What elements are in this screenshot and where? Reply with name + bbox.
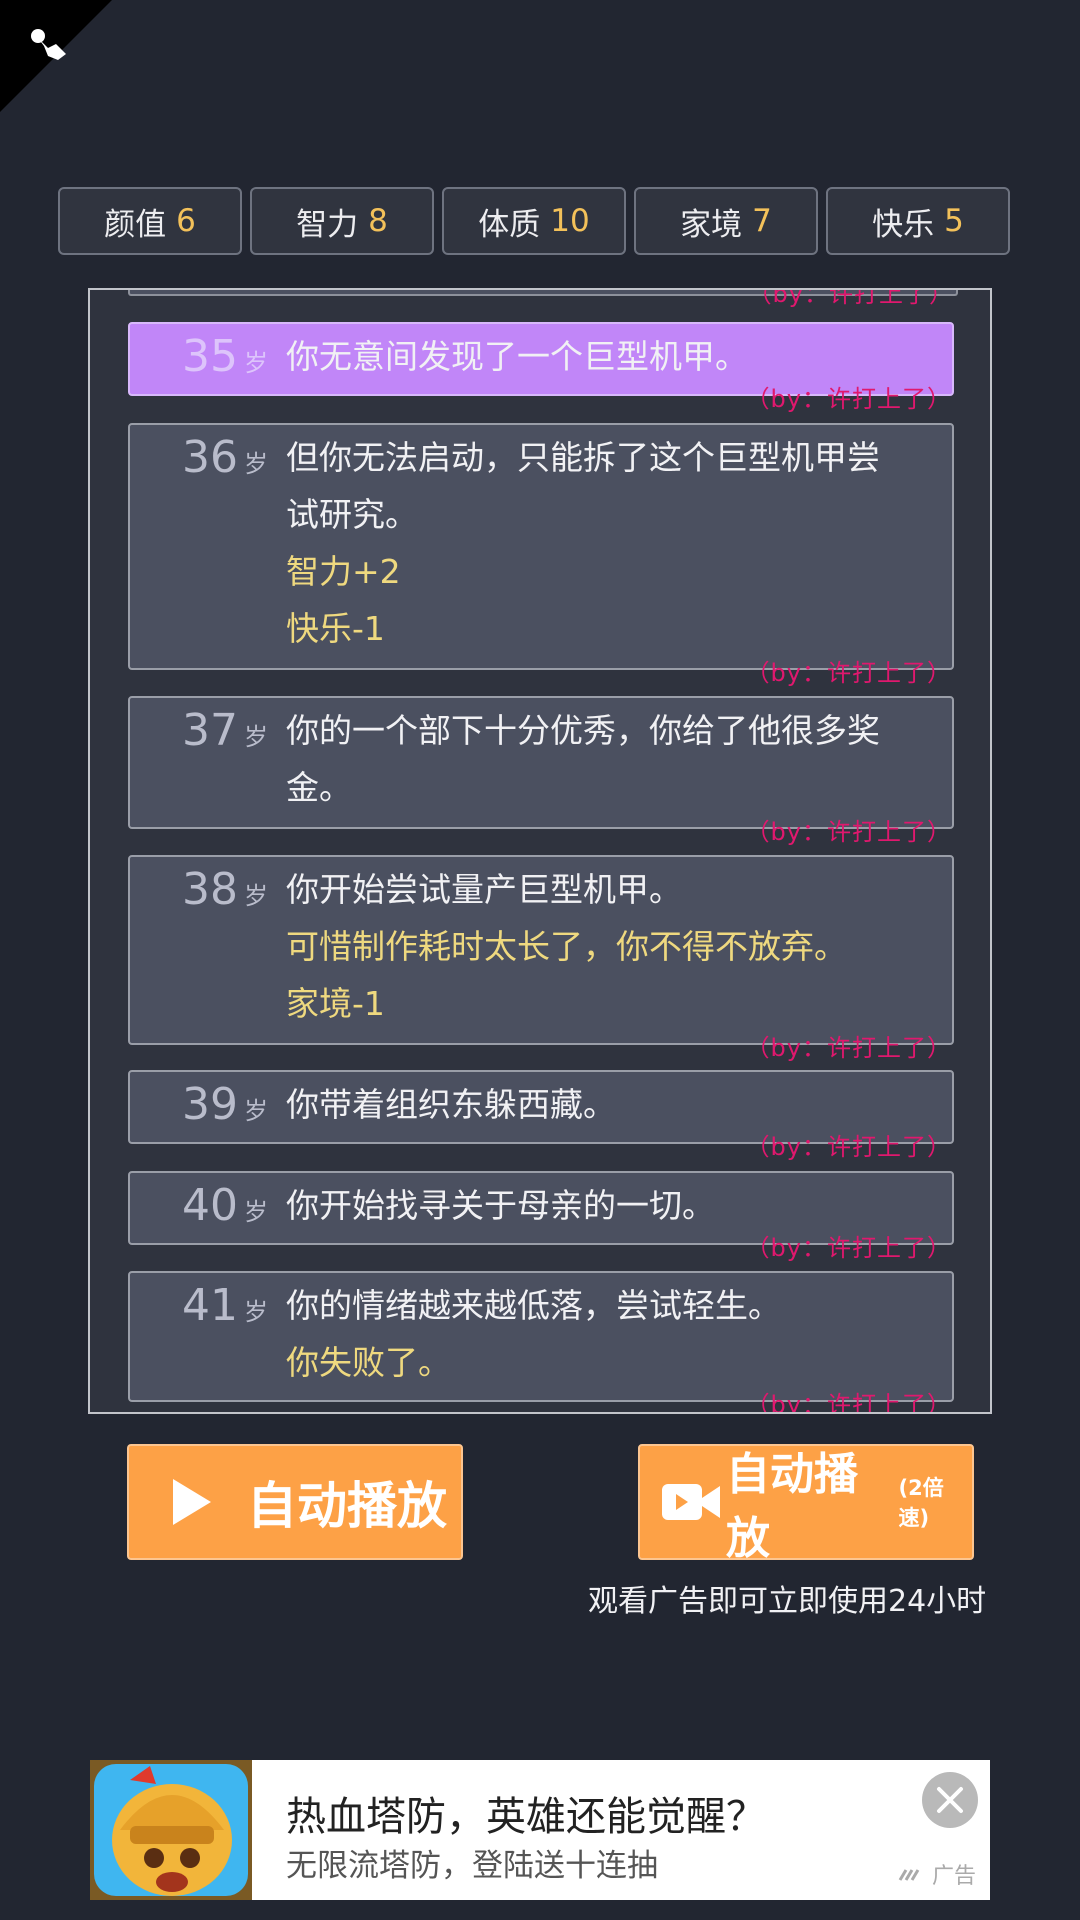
- log-entry-37: 37 岁 你的一个部下十分优秀，你给了他很多奖 金。 （by：许打上了）: [128, 696, 954, 846]
- ad-note: 观看广告即可立即使用24小时: [588, 1584, 987, 1619]
- credit-text: （by：许打上了）: [745, 1133, 952, 1161]
- stat-appearance: 颜值 6: [58, 187, 242, 255]
- stat-happiness: 快乐 5: [826, 187, 1010, 255]
- entry-age: 41 岁: [182, 1280, 268, 1331]
- entry-text: 但你无法启动，只能拆了这个巨型机甲尝 试研究。 智力+2 快乐-1: [286, 438, 880, 648]
- stat-label: 颜值: [104, 206, 167, 243]
- ad-label: 广告: [898, 1858, 976, 1890]
- stat-value: 10: [550, 203, 590, 239]
- log-entry-36: 36 岁 但你无法启动，只能拆了这个巨型机甲尝 试研究。 智力+2 快乐-1 （b…: [128, 423, 954, 687]
- ad-banner[interactable]: 热血塔防，英雄还能觉醒？ 无限流塔防，登陆送十连抽 广告: [90, 1760, 990, 1900]
- autoplay-fast-label: 自动播放: [726, 1449, 858, 1564]
- entry-age: 39 岁: [182, 1079, 268, 1130]
- stat-intelligence: 智力 8: [250, 187, 434, 255]
- entry-age: 38 岁: [182, 864, 268, 915]
- entry-age: 40 岁: [182, 1180, 268, 1231]
- ad-subtitle: 无限流塔防，登陆送十连抽: [286, 1848, 658, 1884]
- autoplay-label: 自动播放: [247, 1477, 447, 1535]
- log-entry-39: 39 岁 你带着组织东躲西藏。 （by：许打上了）: [128, 1070, 954, 1161]
- stat-value: 8: [368, 203, 388, 239]
- stat-value: 7: [752, 203, 772, 239]
- credit-text: （by：许打上了）: [745, 1234, 952, 1262]
- stat-value: 5: [944, 203, 964, 239]
- speed-suffix: (2倍速): [898, 1476, 944, 1530]
- ad-title: 热血塔防，英雄还能觉醒？: [286, 1794, 766, 1840]
- stat-label: 智力: [296, 206, 359, 243]
- entry-text: 你开始尝试量产巨型机甲。 可惜制作耗时太长了，你不得不放弃。 家境-1: [286, 870, 847, 1023]
- stat-physique: 体质 10: [442, 187, 626, 255]
- close-icon[interactable]: [922, 1772, 978, 1828]
- log-entry-40: 40 岁 你开始找寻关于母亲的一切。 （by：许打上了）: [128, 1171, 954, 1262]
- entry-text: 你无意间发现了一个巨型机甲。: [286, 337, 748, 376]
- log-entry-41: 41 岁 你的情绪越来越低落，尝试轻生。 你失败了。 （by：许打上了）: [128, 1271, 954, 1412]
- log-entry-35: 35 岁 你无意间发现了一个巨型机甲。 （by：许打上了）: [128, 322, 954, 413]
- stat-family: 家境 7: [634, 187, 818, 255]
- ad-game-image: [90, 1760, 252, 1900]
- entry-text: 你开始找寻关于母亲的一切。: [286, 1186, 715, 1225]
- credit-text: （by：许打上了）: [745, 1391, 952, 1414]
- autoplay-fast-button[interactable]: 自动播放 (2倍速): [638, 1444, 974, 1564]
- credit-text: （by：许打上了）: [747, 288, 954, 308]
- credit-text: （by：许打上了）: [745, 659, 952, 687]
- entry-age: 35 岁: [182, 331, 268, 382]
- entry-age: 36 岁: [182, 432, 268, 483]
- entry-text: 你带着组织东躲西藏。: [286, 1085, 616, 1124]
- entry-text: 你的一个部下十分优秀，你给了他很多奖 金。: [286, 711, 880, 807]
- video-camera-icon: [662, 1484, 720, 1520]
- stat-value: 6: [176, 203, 196, 239]
- autoplay-button[interactable]: 自动播放: [127, 1444, 463, 1560]
- play-icon: [173, 1479, 211, 1525]
- attribute-bar: 颜值 6 智力 8 体质 10 家境 7 快乐 5: [58, 187, 1010, 255]
- entry-age: 37 岁: [182, 705, 268, 756]
- entry-text: 你的情绪越来越低落，尝试轻生。 你失败了。: [286, 1286, 781, 1382]
- credit-text: （by：许打上了）: [745, 818, 952, 846]
- credit-text: （by：许打上了）: [745, 385, 952, 413]
- life-event-log[interactable]: （by：许打上了） 35 岁 你无意间发现了一个巨型机甲。 （by：许打上了） 3…: [88, 288, 992, 1414]
- stat-label: 家境: [680, 206, 743, 243]
- log-entry-38: 38 岁 你开始尝试量产巨型机甲。 可惜制作耗时太长了，你不得不放弃。 家境-1 …: [128, 855, 954, 1062]
- stat-label: 快乐: [872, 206, 935, 243]
- stat-label: 体质: [478, 206, 541, 243]
- credit-text: （by：许打上了）: [745, 1034, 952, 1062]
- ad-logo-icon: [898, 1869, 920, 1881]
- pawn-icon[interactable]: [26, 26, 70, 66]
